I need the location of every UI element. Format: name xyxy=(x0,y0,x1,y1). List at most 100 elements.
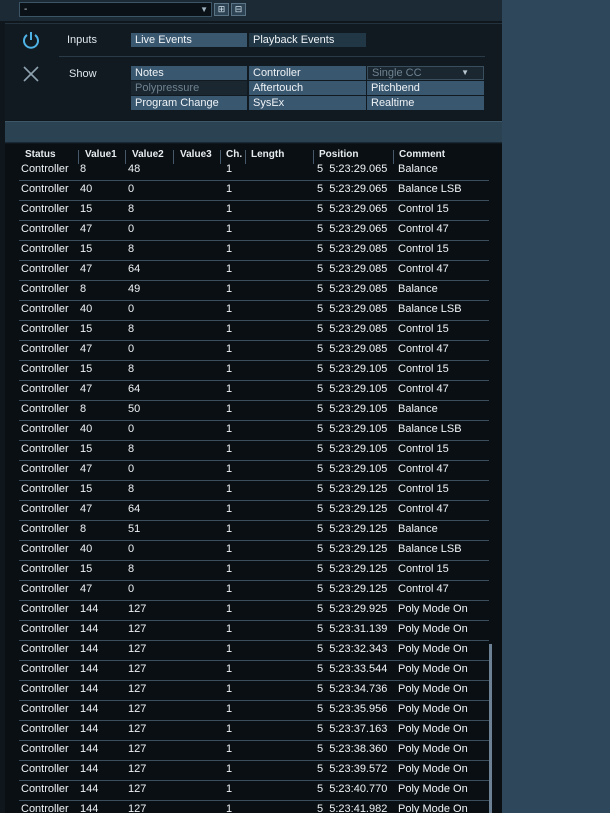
table-row[interactable]: Controller 144 127 1 5 5:23:34.736 Poly Mode … xyxy=(19,681,489,701)
cell-channel: 1 xyxy=(226,663,233,675)
table-row[interactable]: Controller 15 8 1 5 5:23:29.105 Control 15 xyxy=(19,441,489,461)
table-row[interactable]: Controller 8 48 1 5 5:23:29.065 Balance xyxy=(19,161,489,181)
cell-position: 5 5:23:31.139 xyxy=(317,623,388,635)
table-row[interactable]: Controller 144 127 1 5 5:23:32.343 Poly Mode … xyxy=(19,641,489,661)
preset-dropdown[interactable]: - ▼ xyxy=(19,2,212,17)
cell-comment: Control 15 xyxy=(398,443,449,455)
table-row[interactable]: Controller 15 8 1 5 5:23:29.085 Control 15 xyxy=(19,321,489,341)
cell-status: Controller xyxy=(21,183,69,195)
cell-value1: 144 xyxy=(80,703,99,715)
power-icon[interactable] xyxy=(20,29,42,51)
show-controller[interactable]: Controller xyxy=(249,66,366,80)
midi-monitor-window: - ▼ ⊞ ⊟ Inputs Live Events Playback Even… xyxy=(0,0,502,813)
show-sysex[interactable]: SysEx xyxy=(249,96,366,110)
table-row[interactable]: Controller 8 49 1 5 5:23:29.085 Balance xyxy=(19,281,489,301)
cell-comment: Control 15 xyxy=(398,243,449,255)
cell-value1: 40 xyxy=(80,543,93,555)
cell-value1: 40 xyxy=(80,183,93,195)
cell-comment: Poly Mode On xyxy=(398,803,468,813)
table-row[interactable]: Controller 15 8 1 5 5:23:29.125 Control 15 xyxy=(19,561,489,581)
cell-status: Controller xyxy=(21,343,69,355)
cell-status: Controller xyxy=(21,463,69,475)
show-aftertouch[interactable]: Aftertouch xyxy=(249,81,366,95)
cell-channel: 1 xyxy=(226,783,233,795)
cell-value1: 144 xyxy=(80,763,99,775)
show-program-change[interactable]: Program Change xyxy=(131,96,247,110)
table-row[interactable]: Controller 144 127 1 5 5:23:31.139 Poly Mode … xyxy=(19,621,489,641)
cell-value1: 47 xyxy=(80,503,93,515)
add-preset-icon[interactable]: ⊞ xyxy=(214,3,229,16)
chevron-down-icon: ▼ xyxy=(200,5,208,14)
cell-status: Controller xyxy=(21,543,69,555)
cell-status: Controller xyxy=(21,523,69,535)
cell-value1: 144 xyxy=(80,603,99,615)
cell-value2: 50 xyxy=(128,403,141,415)
table-row[interactable]: Controller 40 0 1 5 5:23:29.125 Balance LSB xyxy=(19,541,489,561)
cell-comment: Control 47 xyxy=(398,583,449,595)
table-row[interactable]: Controller 47 0 1 5 5:23:29.085 Control 47 xyxy=(19,341,489,361)
table-row[interactable]: Controller 144 127 1 5 5:23:40.770 Poly Mode … xyxy=(19,781,489,801)
inputs-label: Inputs xyxy=(67,34,97,46)
cell-status: Controller xyxy=(21,703,69,715)
cell-position: 5 5:23:29.065 xyxy=(317,163,388,175)
cell-value2: 51 xyxy=(128,523,141,535)
cell-channel: 1 xyxy=(226,543,233,555)
table-row[interactable]: Controller 144 127 1 5 5:23:37.163 Poly Mode … xyxy=(19,721,489,741)
table-row[interactable]: Controller 144 127 1 5 5:23:29.925 Poly Mode … xyxy=(19,601,489,621)
cell-comment: Poly Mode On xyxy=(398,703,468,715)
cell-status: Controller xyxy=(21,323,69,335)
cell-status: Controller xyxy=(21,643,69,655)
input-playback-events[interactable]: Playback Events xyxy=(249,33,366,47)
table-row[interactable]: Controller 40 0 1 5 5:23:29.085 Balance LSB xyxy=(19,301,489,321)
table-row[interactable]: Controller 15 8 1 5 5:23:29.085 Control 15 xyxy=(19,241,489,261)
table-row[interactable]: Controller 15 8 1 5 5:23:29.105 Control 15 xyxy=(19,361,489,381)
cell-value2: 48 xyxy=(128,163,141,175)
cell-value2: 127 xyxy=(128,703,147,715)
cell-channel: 1 xyxy=(226,443,233,455)
table-row[interactable]: Controller 144 127 1 5 5:23:41.982 Poly Mode … xyxy=(19,801,489,813)
input-live-events[interactable]: Live Events xyxy=(131,33,247,47)
show-realtime[interactable]: Realtime xyxy=(367,96,484,110)
table-row[interactable]: Controller 47 0 1 5 5:23:29.065 Control 47 xyxy=(19,221,489,241)
cell-position: 5 5:23:29.125 xyxy=(317,503,388,515)
cell-status: Controller xyxy=(21,783,69,795)
cell-status: Controller xyxy=(21,503,69,515)
table-row[interactable]: Controller 47 0 1 5 5:23:29.125 Control 47 xyxy=(19,581,489,601)
table-row[interactable]: Controller 8 50 1 5 5:23:29.105 Balance xyxy=(19,401,489,421)
cell-channel: 1 xyxy=(226,363,233,375)
cell-comment: Control 47 xyxy=(398,383,449,395)
cell-value2: 127 xyxy=(128,783,147,795)
cell-value2: 127 xyxy=(128,763,147,775)
panel-separator[interactable] xyxy=(5,121,502,143)
close-icon[interactable] xyxy=(22,65,40,83)
table-row[interactable]: Controller 144 127 1 5 5:23:38.360 Poly Mode … xyxy=(19,741,489,761)
cell-channel: 1 xyxy=(226,383,233,395)
cell-position: 5 5:23:40.770 xyxy=(317,783,388,795)
cell-position: 5 5:23:29.125 xyxy=(317,583,388,595)
show-pitchbend[interactable]: Pitchbend xyxy=(367,81,484,95)
table-row[interactable]: Controller 47 0 1 5 5:23:29.105 Control 47 xyxy=(19,461,489,481)
table-row[interactable]: Controller 15 8 1 5 5:23:29.065 Control 15 xyxy=(19,201,489,221)
table-row[interactable]: Controller 144 127 1 5 5:23:39.572 Poly Mode … xyxy=(19,761,489,781)
show-polypressure[interactable]: Polypressure xyxy=(131,81,247,95)
save-preset-icon[interactable]: ⊟ xyxy=(231,3,246,16)
table-row[interactable]: Controller 40 0 1 5 5:23:29.105 Balance LSB xyxy=(19,421,489,441)
vertical-scrollbar[interactable] xyxy=(489,644,492,813)
cell-position: 5 5:23:29.105 xyxy=(317,363,388,375)
table-row[interactable]: Controller 144 127 1 5 5:23:35.956 Poly Mode … xyxy=(19,701,489,721)
table-row[interactable]: Controller 15 8 1 5 5:23:29.125 Control 15 xyxy=(19,481,489,501)
show-notes[interactable]: Notes xyxy=(131,66,247,80)
table-row[interactable]: Controller 47 64 1 5 5:23:29.125 Control 47 xyxy=(19,501,489,521)
table-row[interactable]: Controller 47 64 1 5 5:23:29.085 Control 47 xyxy=(19,261,489,281)
cell-position: 5 5:23:29.085 xyxy=(317,303,388,315)
single-cc-dropdown[interactable]: Single CC ▼ xyxy=(367,66,484,80)
table-row[interactable]: Controller 47 64 1 5 5:23:29.105 Control 47 xyxy=(19,381,489,401)
preset-value: - xyxy=(24,4,28,15)
table-row[interactable]: Controller 144 127 1 5 5:23:33.544 Poly Mode … xyxy=(19,661,489,681)
cell-value2: 8 xyxy=(128,483,135,495)
table-row[interactable]: Controller 40 0 1 5 5:23:29.065 Balance LSB xyxy=(19,181,489,201)
cell-status: Controller xyxy=(21,763,69,775)
table-row[interactable]: Controller 8 51 1 5 5:23:29.125 Balance xyxy=(19,521,489,541)
cell-position: 5 5:23:29.065 xyxy=(317,223,388,235)
chevron-down-icon: ▼ xyxy=(461,68,469,77)
